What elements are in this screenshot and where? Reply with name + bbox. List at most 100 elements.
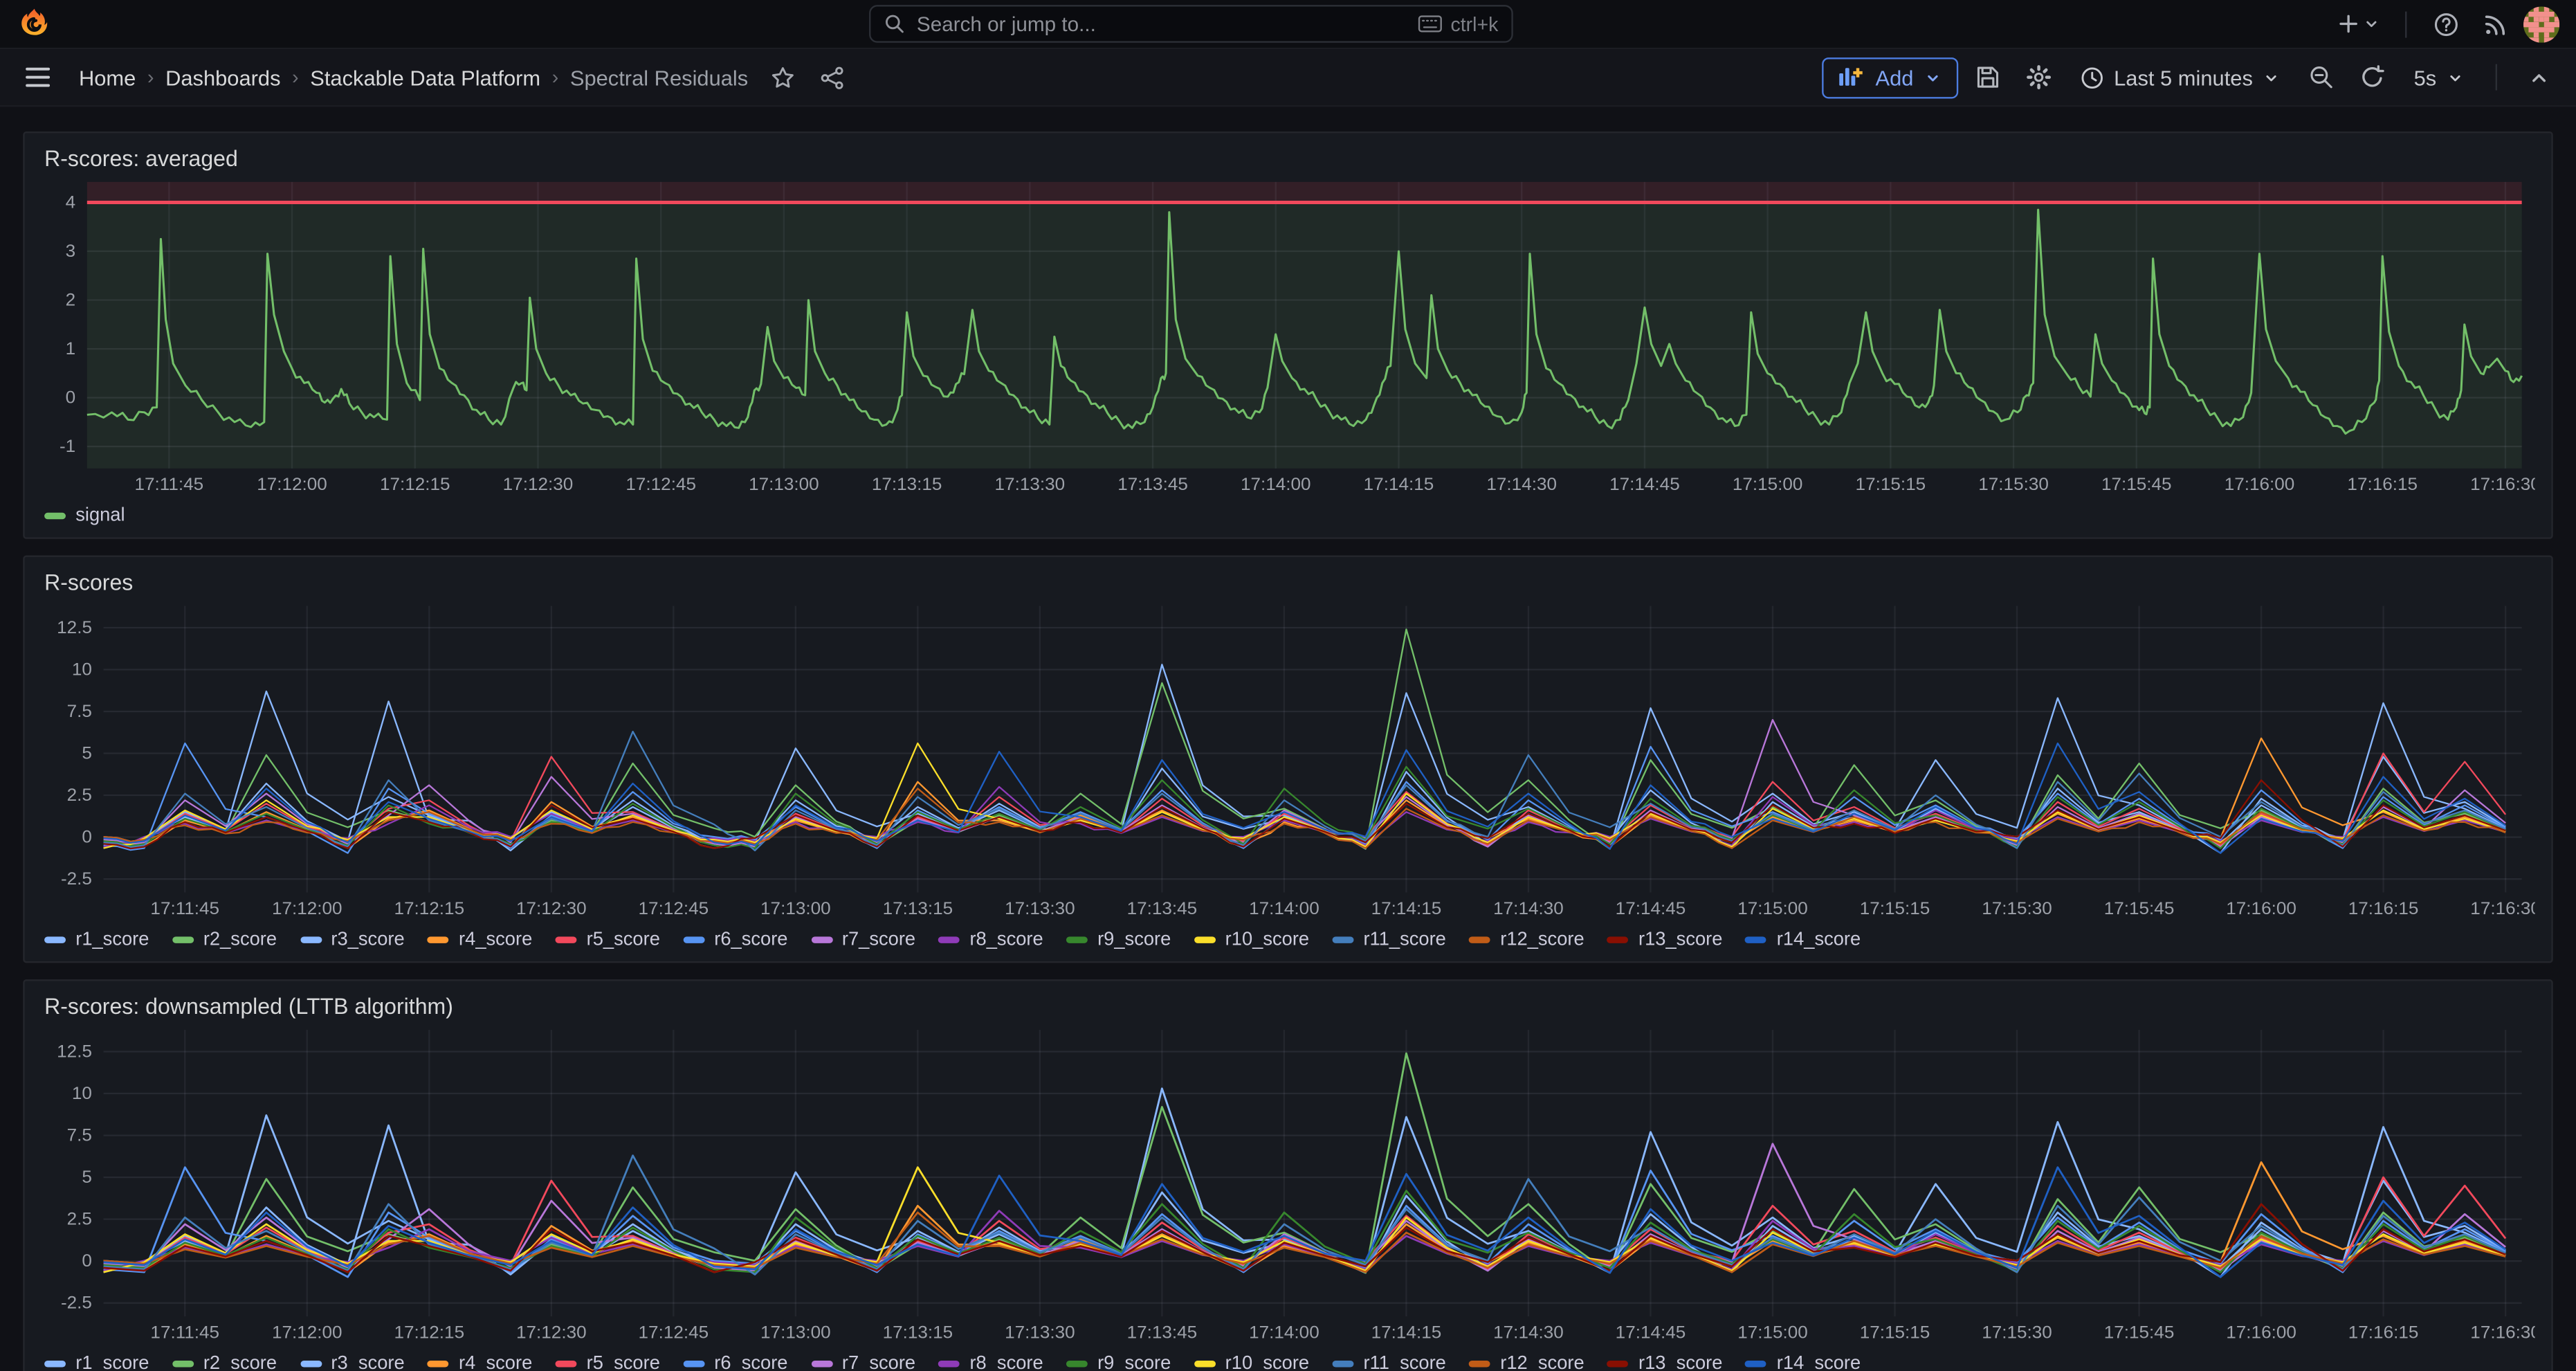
new-menu-button[interactable] xyxy=(2330,8,2387,39)
legend-item-r8_score[interactable]: r8_score xyxy=(938,1354,1043,1371)
legend-item-r5_score[interactable]: r5_score xyxy=(556,930,660,950)
time-range-picker[interactable]: Last 5 minutes xyxy=(2068,57,2292,98)
svg-text:0: 0 xyxy=(82,1252,92,1271)
svg-text:17:12:30: 17:12:30 xyxy=(516,899,587,918)
refresh-interval-label: 5s xyxy=(2414,65,2437,90)
panel-title[interactable]: R-scores: downsampled (LTTB algorithm) xyxy=(41,991,2534,1022)
svg-text:17:14:30: 17:14:30 xyxy=(1493,1323,1564,1342)
legend-label: r6_score xyxy=(714,1354,787,1371)
share-button[interactable] xyxy=(810,56,853,99)
legend-item-r14_score[interactable]: r14_score xyxy=(1746,930,1861,950)
user-avatar[interactable] xyxy=(2523,6,2559,42)
breadcrumb-home[interactable]: Home xyxy=(79,65,136,90)
svg-text:12.5: 12.5 xyxy=(57,1042,92,1061)
breadcrumb-dashboards[interactable]: Dashboards xyxy=(165,65,280,90)
svg-text:17:16:00: 17:16:00 xyxy=(2225,475,2295,494)
legend-item-r11_score[interactable]: r11_score xyxy=(1332,1354,1446,1371)
legend-label: r1_score xyxy=(75,1354,149,1371)
legend-item-r7_score[interactable]: r7_score xyxy=(811,930,915,950)
legend-item-r11_score[interactable]: r11_score xyxy=(1332,930,1446,950)
grafana-app: Search or jump to... ctrl+k xyxy=(0,0,2576,1371)
svg-text:17:15:30: 17:15:30 xyxy=(1982,899,2052,918)
dashboard-settings-button[interactable] xyxy=(2017,56,2060,99)
refresh-button[interactable] xyxy=(2351,56,2394,99)
legend-item-r14_score[interactable]: r14_score xyxy=(1746,1354,1861,1371)
legend-label: r2_score xyxy=(203,930,277,950)
breadcrumb-folder[interactable]: Stackable Data Platform xyxy=(310,65,540,90)
legend-item-r3_score[interactable]: r3_score xyxy=(300,1354,404,1371)
legend-swatch xyxy=(300,1361,321,1367)
grafana-logo[interactable] xyxy=(17,6,53,42)
panel-title[interactable]: R-scores xyxy=(41,567,2534,598)
svg-text:17:15:00: 17:15:00 xyxy=(1737,1323,1808,1342)
panel-title[interactable]: R-scores: averaged xyxy=(41,143,2534,174)
svg-text:17:13:45: 17:13:45 xyxy=(1127,1323,1198,1342)
legend-item-r6_score[interactable]: r6_score xyxy=(683,1354,787,1371)
plus-icon xyxy=(2336,12,2361,37)
legend-item-r5_score[interactable]: r5_score xyxy=(556,1354,660,1371)
grafana-flame-icon xyxy=(18,6,51,41)
legend-item-r10_score[interactable]: r10_score xyxy=(1194,930,1310,950)
legend-swatch xyxy=(811,1361,832,1367)
legend-item-r2_score[interactable]: r2_score xyxy=(172,930,277,950)
save-dashboard-button[interactable] xyxy=(1966,56,2009,99)
legend-swatch xyxy=(1469,936,1490,943)
legend: r1_score r2_score r3_score r4_score r5_score… xyxy=(41,1346,2534,1371)
legend-item-signal[interactable]: signal xyxy=(44,506,125,525)
kiosk-mode-button[interactable] xyxy=(2517,56,2560,99)
search-shortcut: ctrl+k xyxy=(1418,12,1498,35)
legend-swatch xyxy=(428,936,449,943)
legend-item-r2_score[interactable]: r2_score xyxy=(172,1354,277,1371)
svg-text:2: 2 xyxy=(66,291,76,309)
legend-item-r10_score[interactable]: r10_score xyxy=(1194,1354,1310,1371)
legend-item-r1_score[interactable]: r1_score xyxy=(44,1354,149,1371)
search-input[interactable]: Search or jump to... ctrl+k xyxy=(869,5,1513,43)
legend-label: r14_score xyxy=(1777,1354,1861,1371)
mega-menu-button[interactable] xyxy=(17,56,60,99)
top-nav-bar: Search or jump to... ctrl+k xyxy=(0,0,2576,49)
legend-label: r3_score xyxy=(331,1354,404,1371)
star-icon xyxy=(770,65,795,90)
legend-item-r12_score[interactable]: r12_score xyxy=(1469,1354,1584,1371)
timeseries-chart[interactable]: -2.502.557.51012.517:11:4517:12:0017:12:… xyxy=(41,1022,2534,1346)
svg-text:17:13:15: 17:13:15 xyxy=(883,899,953,918)
legend-item-r9_score[interactable]: r9_score xyxy=(1066,1354,1171,1371)
legend-item-r13_score[interactable]: r13_score xyxy=(1607,1354,1723,1371)
legend-item-r12_score[interactable]: r12_score xyxy=(1469,930,1584,950)
chevron-down-icon xyxy=(2446,69,2464,87)
svg-text:17:13:30: 17:13:30 xyxy=(995,475,1066,494)
legend-item-r9_score[interactable]: r9_score xyxy=(1066,930,1171,950)
legend-label: r9_score xyxy=(1097,1354,1171,1371)
legend-swatch xyxy=(428,1361,449,1367)
legend-label: r1_score xyxy=(75,930,149,950)
legend-swatch xyxy=(1332,936,1353,943)
help-button[interactable] xyxy=(2425,3,2468,46)
legend-item-r4_score[interactable]: r4_score xyxy=(428,930,532,950)
legend-label: r5_score xyxy=(587,930,660,950)
legend-item-r7_score[interactable]: r7_score xyxy=(811,1354,915,1371)
legend-item-r13_score[interactable]: r13_score xyxy=(1607,930,1723,950)
svg-text:17:15:45: 17:15:45 xyxy=(2101,475,2172,494)
rss-icon xyxy=(2483,10,2509,37)
favorite-button[interactable] xyxy=(761,56,804,99)
svg-text:17:14:15: 17:14:15 xyxy=(1371,1323,1442,1342)
legend-swatch xyxy=(44,1361,66,1367)
refresh-interval-dropdown[interactable]: 5s xyxy=(2402,57,2476,98)
timeseries-chart[interactable]: -2.502.557.51012.517:11:4517:12:0017:12:… xyxy=(41,598,2534,922)
timeseries-chart[interactable]: -10123417:11:4517:12:0017:12:1517:12:301… xyxy=(41,174,2534,498)
legend-item-r3_score[interactable]: r3_score xyxy=(300,930,404,950)
legend-item-r4_score[interactable]: r4_score xyxy=(428,1354,532,1371)
legend-item-r1_score[interactable]: r1_score xyxy=(44,930,149,950)
dashboard-actions xyxy=(761,56,853,99)
save-icon xyxy=(1974,64,2000,91)
legend-swatch xyxy=(1607,1361,1629,1367)
legend-item-r8_score[interactable]: r8_score xyxy=(938,930,1043,950)
legend: signal xyxy=(41,498,2534,527)
news-button[interactable] xyxy=(2474,3,2517,46)
chevron-up-icon xyxy=(2528,66,2549,88)
zoom-out-time-button[interactable] xyxy=(2301,56,2344,99)
svg-text:17:14:45: 17:14:45 xyxy=(1609,475,1680,494)
add-panel-button[interactable]: Add xyxy=(1821,57,1957,98)
svg-text:17:13:15: 17:13:15 xyxy=(872,475,942,494)
legend-item-r6_score[interactable]: r6_score xyxy=(683,930,787,950)
